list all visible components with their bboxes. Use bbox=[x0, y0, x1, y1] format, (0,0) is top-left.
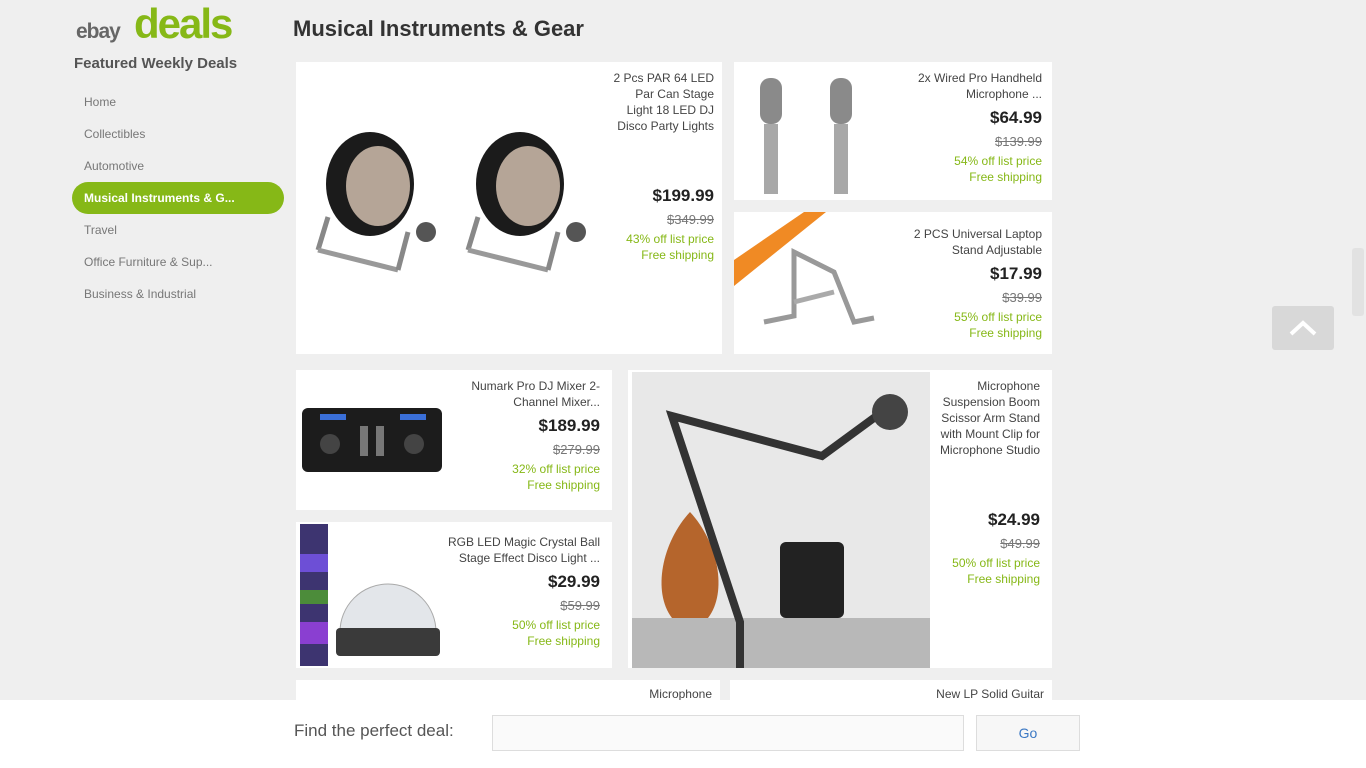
deal-card-par-lights[interactable]: 2 Pcs PAR 64 LED Par Can Stage Light 18 … bbox=[296, 62, 722, 354]
product-image-boom-arm bbox=[632, 372, 930, 668]
deal-card-laptop-stand[interactable]: 2 PCS Universal Laptop Stand Adjustable … bbox=[734, 212, 1052, 354]
sidebar-item-home[interactable]: Home bbox=[72, 86, 284, 118]
product-discount: 50% off list price bbox=[512, 618, 600, 632]
product-price: $29.99 bbox=[548, 572, 600, 591]
ebay-deals-logo[interactable]: ebay deals bbox=[74, 0, 244, 47]
product-list-price: $279.99 bbox=[553, 442, 600, 457]
product-price: $189.99 bbox=[538, 416, 600, 435]
deal-search-bar: Find the perfect deal: Go bbox=[0, 700, 1366, 768]
product-price: $17.99 bbox=[990, 264, 1042, 283]
product-shipping: Free shipping bbox=[641, 248, 714, 262]
product-title: New LP Solid Guitar bbox=[936, 687, 1044, 700]
product-image-par-lights bbox=[315, 132, 586, 273]
deal-card-partial-microphone[interactable]: Microphone bbox=[296, 680, 720, 700]
product-price: $64.99 bbox=[990, 108, 1042, 127]
sidebar-item-collectibles[interactable]: Collectibles bbox=[72, 118, 284, 150]
product-shipping: Free shipping bbox=[969, 326, 1042, 340]
product-list-price: $39.99 bbox=[1002, 290, 1042, 305]
deal-card-partial-guitar[interactable]: New LP Solid Guitar bbox=[730, 680, 1052, 700]
category-nav: Home Collectibles Automotive Musical Ins… bbox=[72, 86, 284, 310]
deal-card-disco-light[interactable]: RGB LED Magic Crystal Ball Stage Effect … bbox=[296, 522, 612, 668]
product-discount: 54% off list price bbox=[954, 154, 1042, 168]
product-shipping: Free shipping bbox=[969, 170, 1042, 184]
product-image-microphones bbox=[760, 78, 852, 194]
product-title: 2x Wired Pro Handheld Microphone ... bbox=[917, 71, 1042, 101]
deal-card-microphones[interactable]: 2x Wired Pro Handheld Microphone ... $64… bbox=[734, 62, 1052, 200]
product-title: Numark Pro DJ Mixer 2-Channel Mixer... bbox=[471, 379, 600, 409]
product-title: 2 Pcs PAR 64 LED Par Can Stage Light 18 … bbox=[613, 71, 715, 133]
go-button[interactable]: Go bbox=[976, 715, 1080, 751]
page-title: Musical Instruments & Gear bbox=[293, 16, 584, 41]
sidebar-heading: Featured Weekly Deals bbox=[74, 55, 238, 72]
product-discount: 32% off list price bbox=[512, 462, 600, 476]
product-image-dj-mixer bbox=[302, 408, 442, 472]
deal-card-boom-arm[interactable]: Microphone Suspension Boom Scissor Arm S… bbox=[628, 370, 1052, 668]
product-shipping: Free shipping bbox=[527, 634, 600, 648]
deal-search-input[interactable] bbox=[492, 715, 964, 751]
back-to-top-button[interactable] bbox=[1272, 306, 1334, 350]
product-title: RGB LED Magic Crystal Ball Stage Effect … bbox=[447, 535, 600, 565]
sidebar-item-musical-instruments[interactable]: Musical Instruments & G... bbox=[72, 182, 284, 214]
logo-deals-text: deals bbox=[134, 0, 233, 47]
product-discount: 55% off list price bbox=[954, 310, 1042, 324]
product-shipping: Free shipping bbox=[527, 478, 600, 492]
product-discount: 43% off list price bbox=[626, 232, 714, 246]
product-image-disco-light bbox=[300, 524, 440, 666]
product-title: Microphone Suspension Boom Scissor Arm S… bbox=[939, 379, 1040, 457]
product-price: $199.99 bbox=[652, 186, 714, 205]
chevron-up-icon bbox=[1289, 320, 1317, 336]
sidebar-item-office[interactable]: Office Furniture & Sup... bbox=[72, 246, 284, 278]
product-price: $24.99 bbox=[988, 510, 1040, 529]
sidebar-item-travel[interactable]: Travel bbox=[72, 214, 284, 246]
product-title: 2 PCS Universal Laptop Stand Adjustable bbox=[913, 227, 1042, 257]
scrollbar-thumb[interactable] bbox=[1352, 248, 1364, 316]
sidebar-item-business[interactable]: Business & Industrial bbox=[72, 278, 284, 310]
deal-card-dj-mixer[interactable]: Numark Pro DJ Mixer 2-Channel Mixer... $… bbox=[296, 370, 612, 510]
sidebar-item-automotive[interactable]: Automotive bbox=[72, 150, 284, 182]
product-title: Microphone bbox=[649, 687, 712, 700]
product-list-price: $139.99 bbox=[995, 134, 1042, 149]
product-list-price: $59.99 bbox=[560, 598, 600, 613]
deal-search-label: Find the perfect deal: bbox=[294, 721, 454, 740]
product-discount: 50% off list price bbox=[952, 556, 1040, 570]
logo-ebay-text: ebay bbox=[76, 20, 121, 43]
product-list-price: $349.99 bbox=[667, 212, 714, 227]
product-list-price: $49.99 bbox=[1000, 536, 1040, 551]
product-image-laptop-stand bbox=[734, 212, 875, 325]
product-shipping: Free shipping bbox=[967, 572, 1040, 586]
